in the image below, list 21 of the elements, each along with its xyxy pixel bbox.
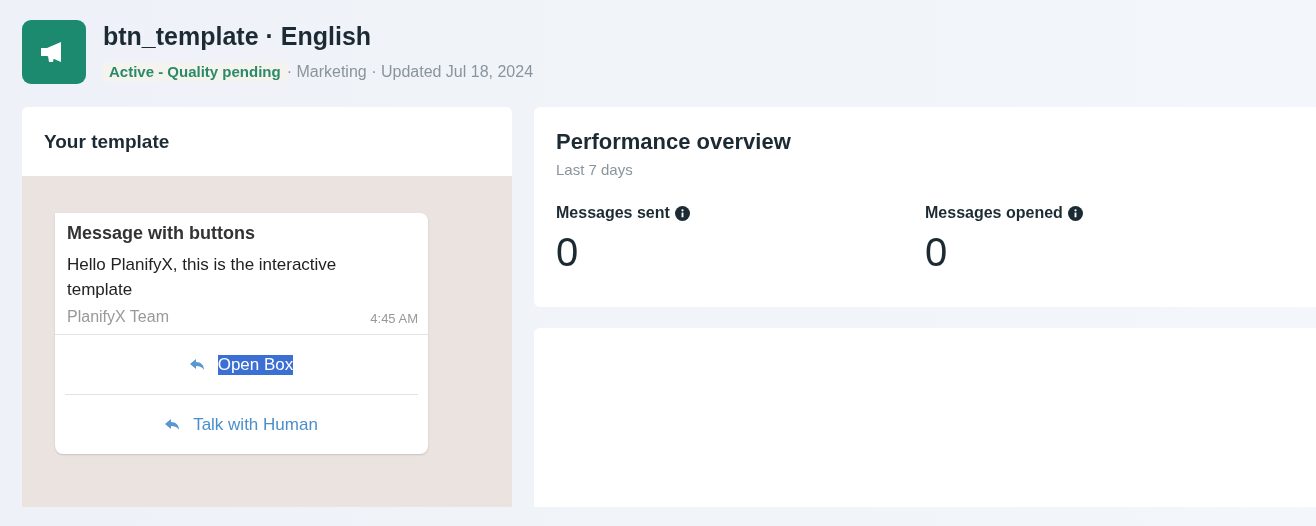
status-badge: Active - Quality pending <box>103 63 287 81</box>
template-meta: · Marketing · Updated Jul 18, 2024 <box>286 63 534 81</box>
megaphone-icon <box>22 20 86 84</box>
message-footer: PlanifyX Team <box>67 308 169 326</box>
quick-reply-button[interactable]: Talk with Human <box>193 414 318 435</box>
message-time: 4:45 AM <box>370 311 418 326</box>
period-label: Last 7 days <box>556 161 634 178</box>
metric-value: 0 <box>925 230 949 275</box>
metric-label: Messages opened <box>925 204 1063 222</box>
reply-icon <box>189 359 204 370</box>
quick-reply-button[interactable]: Open Box <box>217 354 294 375</box>
info-icon[interactable] <box>674 205 690 221</box>
message-heading: Message with buttons <box>66 222 256 244</box>
info-icon[interactable] <box>1067 205 1083 221</box>
template-title: btn_template · English <box>103 22 373 51</box>
metric-label: Messages sent <box>556 204 670 222</box>
card-title: Your template <box>43 130 171 154</box>
message-body: Hello PlanifyX, this is the interactive template <box>66 254 338 301</box>
reply-icon <box>165 419 180 430</box>
metric-value: 0 <box>556 230 580 275</box>
card-title: Performance overview <box>556 129 792 155</box>
